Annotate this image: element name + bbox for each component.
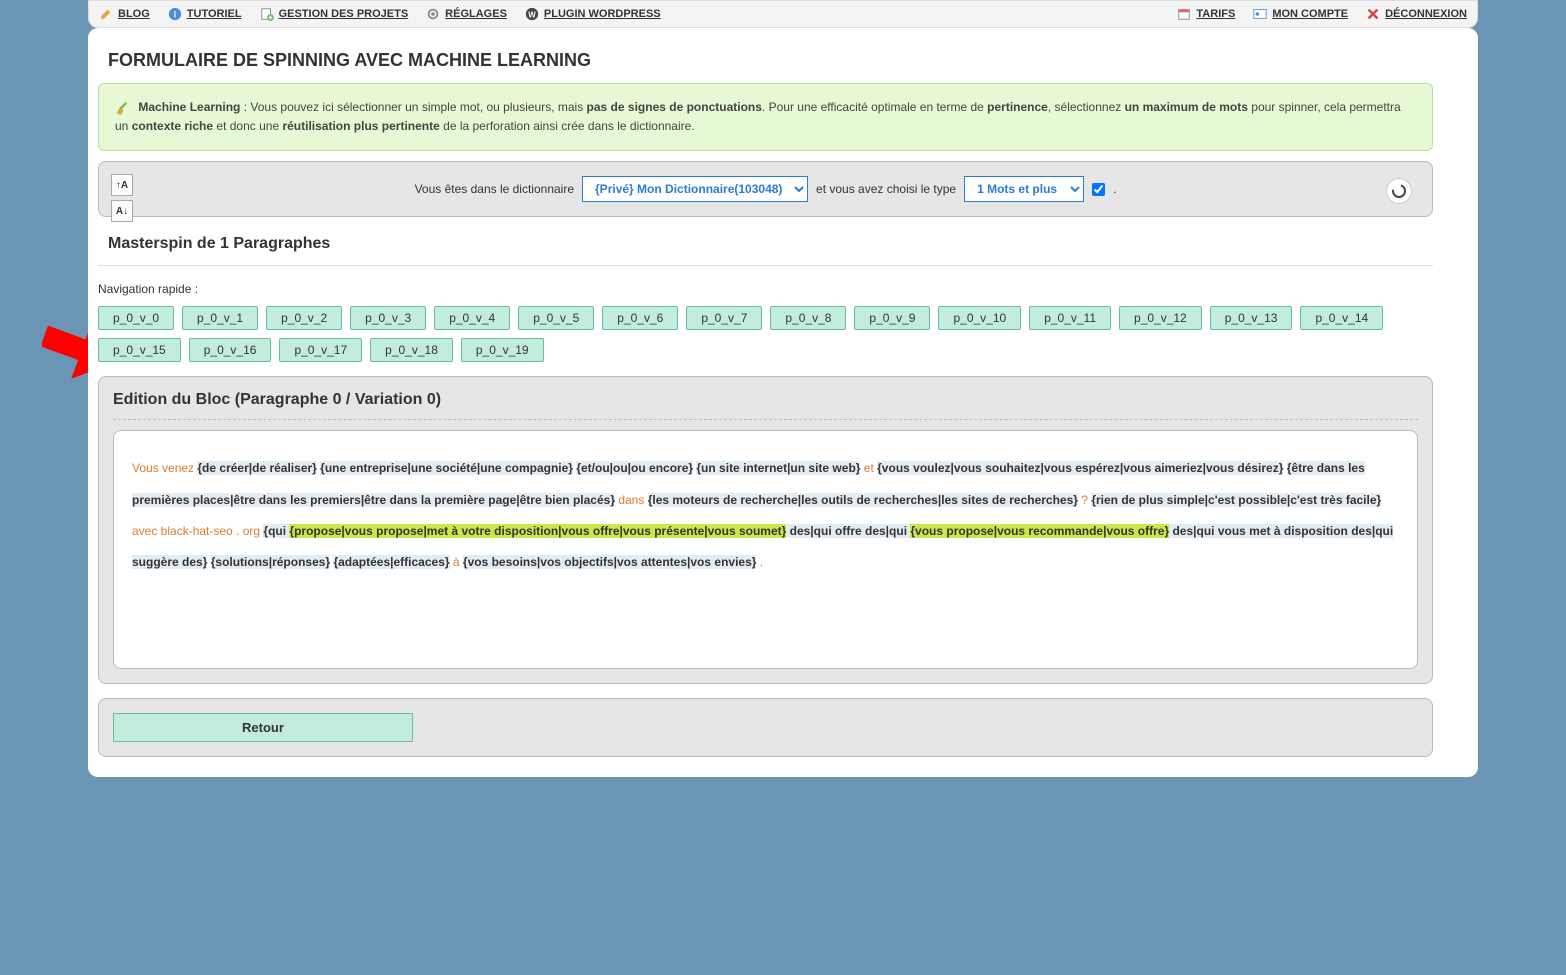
spin-text-area[interactable]: Vous venez {de créer|de réaliser} {une e… [113,430,1418,669]
info-icon: i [168,7,182,21]
lowercase-button[interactable]: A↓ [111,200,133,222]
nav-gestion-projets[interactable]: GESTION DES PROJETS [260,7,409,21]
quicknav-pill[interactable]: p_0_v_16 [189,338,272,362]
type-label: et vous avez choisi le type [816,182,956,196]
edit-block-title: Edition du Bloc (Paragraphe 0 / Variatio… [113,391,1418,420]
page-title: FORMULAIRE DE SPINNING AVEC MACHINE LEAR… [98,38,1433,83]
quicknav-pill[interactable]: p_0_v_1 [182,306,258,330]
nav-reglages[interactable]: RÉGLAGES [426,7,507,21]
quicknav-pill[interactable]: p_0_v_17 [279,338,362,362]
id-card-icon [1253,7,1267,21]
quicknav-pill[interactable]: p_0_v_10 [938,306,1021,330]
quicknav-pill[interactable]: p_0_v_19 [461,338,544,362]
svg-text:W: W [528,11,536,20]
ml-info-box: Machine Learning : Vous pouvez ici sélec… [98,83,1433,151]
quicknav-pill[interactable]: p_0_v_7 [686,306,762,330]
gear-icon [426,7,440,21]
divider [98,265,1433,266]
quicknav-pill[interactable]: p_0_v_18 [370,338,453,362]
main-panel: FORMULAIRE DE SPINNING AVEC MACHINE LEAR… [88,28,1478,777]
topbar-right: TARIFS MON COMPTE DÉCONNEXION [1177,7,1467,21]
quicknav-pill[interactable]: p_0_v_2 [266,306,342,330]
wordpress-icon: W [525,7,539,21]
brush-icon [115,101,129,115]
svg-text:i: i [174,10,176,20]
retour-box: Retour [98,698,1433,757]
quicknav-pill[interactable]: p_0_v_0 [98,306,174,330]
masterspin-title: Masterspin de 1 Paragraphes [98,217,1433,259]
topbar-left: BLOG iTUTORIEL GESTION DES PROJETS RÉGLA… [99,7,661,21]
quicknav-pill[interactable]: p_0_v_13 [1210,306,1293,330]
quicknav-pill[interactable]: p_0_v_9 [854,306,930,330]
topbar: BLOG iTUTORIEL GESTION DES PROJETS RÉGLA… [88,0,1478,28]
quicknav-pill[interactable]: p_0_v_15 [98,338,181,362]
pencil-icon [99,7,113,21]
dictionary-select[interactable]: {Privé} Mon Dictionnaire(103048) [582,176,808,202]
quicknav-pill[interactable]: p_0_v_5 [518,306,594,330]
nav-tarifs[interactable]: TARIFS [1177,7,1235,21]
ml-label: Machine Learning [138,100,240,114]
close-icon [1366,7,1380,21]
quicknav-pills: p_0_v_0 p_0_v_1 p_0_v_2 p_0_v_3 p_0_v_4 p_0_v… [98,306,1433,362]
quicknav-pill[interactable]: p_0_v_4 [434,306,510,330]
dict-label: Vous êtes dans le dictionnaire [415,182,574,196]
calendar-icon [1177,7,1191,21]
nav-deconnexion[interactable]: DÉCONNEXION [1366,7,1467,21]
quicknav-label: Navigation rapide : [98,278,1433,306]
quicknav-pill[interactable]: p_0_v_14 [1300,306,1383,330]
control-box: ↑A A↓ Vous êtes dans le dictionnaire {Pr… [98,161,1433,217]
edit-block-box: Edition du Bloc (Paragraphe 0 / Variatio… [98,376,1433,684]
quicknav-pill[interactable]: p_0_v_8 [770,306,846,330]
type-checkbox[interactable] [1092,183,1105,196]
nav-blog[interactable]: BLOG [99,7,150,21]
quicknav-pill[interactable]: p_0_v_3 [350,306,426,330]
nav-tutoriel[interactable]: iTUTORIEL [168,7,242,21]
add-project-icon [260,7,274,21]
retour-button[interactable]: Retour [113,713,413,742]
quicknav-pill[interactable]: p_0_v_12 [1119,306,1202,330]
type-select[interactable]: 1 Mots et plus [964,176,1084,202]
nav-mon-compte[interactable]: MON COMPTE [1253,7,1348,21]
quicknav-pill[interactable]: p_0_v_6 [602,306,678,330]
nav-plugin-wordpress[interactable]: WPLUGIN WORDPRESS [525,7,661,21]
uppercase-button[interactable]: ↑A [111,174,133,196]
quicknav-pill[interactable]: p_0_v_11 [1029,306,1111,330]
